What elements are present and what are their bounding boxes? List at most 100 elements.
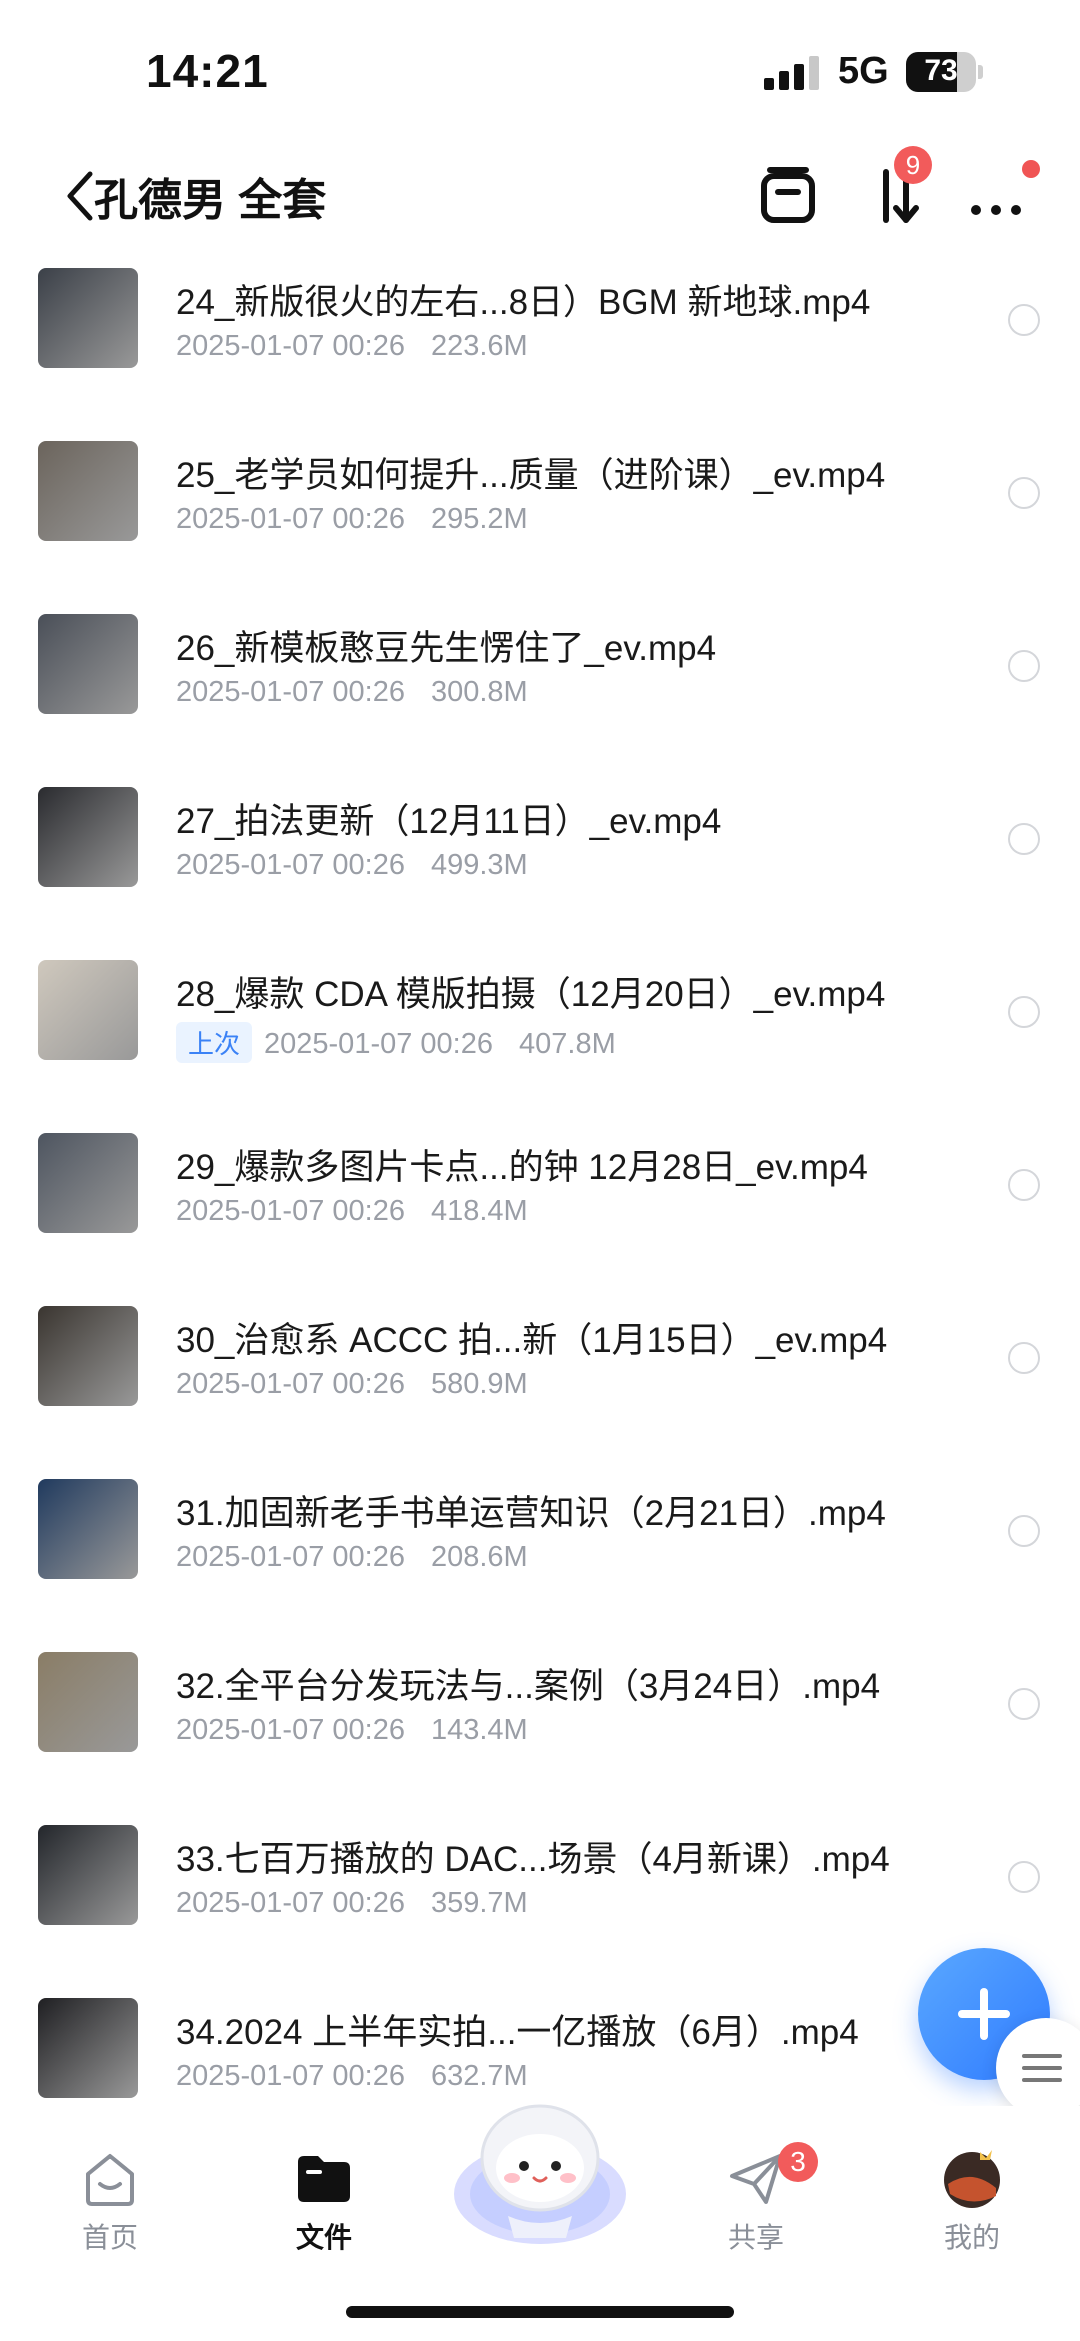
video-thumbnail bbox=[38, 1998, 138, 2098]
file-size: 580.9M bbox=[430, 1368, 528, 1400]
paper-plane-icon bbox=[730, 2154, 782, 2204]
assistant-mascot-icon[interactable] bbox=[448, 2098, 632, 2248]
tab-me[interactable]: 我的 bbox=[902, 2106, 1042, 2253]
folder-icon bbox=[298, 2156, 350, 2202]
file-meta: 2025-01-07 00:26 143.4M bbox=[176, 1714, 528, 1747]
file-meta: 2025-01-07 00:26 632.7M bbox=[176, 2060, 528, 2093]
tab-me-label: 我的 bbox=[943, 2222, 1000, 2253]
file-name: 31.加固新老手书单运营知识（2月21日）.mp4 bbox=[176, 1494, 886, 1533]
archive-box-icon[interactable] bbox=[756, 160, 820, 230]
file-size: 418.4M bbox=[430, 1195, 528, 1227]
file-row[interactable]: 26_新模板憨豆先生愣住了_ev.mp4 2025-01-07 00:26 300… bbox=[0, 608, 1080, 781]
file-name: 33.七百万播放的 DAC...场景（4月新课）.mp4 bbox=[176, 1840, 890, 1879]
select-radio[interactable] bbox=[1008, 1861, 1040, 1893]
file-date: 2025-01-07 00:26 bbox=[264, 1028, 493, 1060]
file-row[interactable]: 32.全平台分发玩法与...案例（3月24日）.mp4 2025-01-07 0… bbox=[0, 1646, 1080, 1819]
file-date: 2025-01-07 00:26 bbox=[176, 1541, 405, 1573]
battery-icon: 73 bbox=[906, 52, 986, 92]
file-size: 359.7M bbox=[430, 1887, 528, 1919]
select-radio[interactable] bbox=[1008, 1342, 1040, 1374]
select-radio[interactable] bbox=[1008, 304, 1040, 336]
file-row[interactable]: 31.加固新老手书单运营知识（2月21日）.mp4 2025-01-07 00:… bbox=[0, 1473, 1080, 1646]
file-meta: 2025-01-07 00:26 418.4M bbox=[176, 1195, 528, 1228]
status-bar: 14:21 5G 73 bbox=[0, 0, 1080, 140]
video-thumbnail bbox=[38, 960, 138, 1060]
select-radio[interactable] bbox=[1008, 650, 1040, 682]
select-radio[interactable] bbox=[1008, 1688, 1040, 1720]
file-name: 24_新版很火的左右...8日）BGM 新地球.mp4 bbox=[176, 283, 871, 322]
video-thumbnail bbox=[38, 441, 138, 541]
file-date: 2025-01-07 00:26 bbox=[176, 849, 405, 881]
select-radio[interactable] bbox=[1008, 1515, 1040, 1547]
file-row[interactable]: 28_爆款 CDA 模版拍摄（12月20日）_ev.mp4 上次 2025-01-… bbox=[0, 954, 1080, 1127]
file-date: 2025-01-07 00:26 bbox=[176, 1714, 405, 1746]
video-thumbnail bbox=[38, 1133, 138, 1233]
file-name: 32.全平台分发玩法与...案例（3月24日）.mp4 bbox=[176, 1667, 881, 1706]
video-thumbnail bbox=[38, 1306, 138, 1406]
file-name: 25_老学员如何提升...质量（进阶课）_ev.mp4 bbox=[176, 456, 886, 495]
file-size: 300.8M bbox=[430, 676, 528, 708]
file-size: 208.6M bbox=[430, 1541, 528, 1573]
file-meta: 上次 2025-01-07 00:26 407.8M bbox=[176, 1022, 616, 1063]
file-name: 27_拍法更新（12月11日）_ev.mp4 bbox=[176, 802, 722, 841]
select-radio[interactable] bbox=[1008, 477, 1040, 509]
file-date: 2025-01-07 00:26 bbox=[176, 2060, 405, 2092]
select-radio[interactable] bbox=[1008, 1169, 1040, 1201]
more-notification-dot bbox=[1022, 160, 1040, 178]
file-meta: 2025-01-07 00:26 499.3M bbox=[176, 849, 528, 882]
video-thumbnail bbox=[38, 1479, 138, 1579]
file-row[interactable]: 30_治愈系 ACCC 拍...新（1月15日）_ev.mp4 2025-01-… bbox=[0, 1300, 1080, 1473]
file-date: 2025-01-07 00:26 bbox=[176, 330, 405, 362]
file-meta: 2025-01-07 00:26 295.2M bbox=[176, 503, 528, 536]
file-date: 2025-01-07 00:26 bbox=[176, 503, 405, 535]
file-size: 223.6M bbox=[430, 330, 528, 362]
file-meta: 2025-01-07 00:26 208.6M bbox=[176, 1541, 528, 1574]
file-date: 2025-01-07 00:26 bbox=[176, 1195, 405, 1227]
video-thumbnail bbox=[38, 268, 138, 368]
file-size: 499.3M bbox=[430, 849, 528, 881]
file-row[interactable]: 24_新版很火的左右...8日）BGM 新地球.mp4 2025-01-07 0… bbox=[0, 262, 1080, 435]
file-date: 2025-01-07 00:26 bbox=[176, 676, 405, 708]
file-name: 28_爆款 CDA 模版拍摄（12月20日）_ev.mp4 bbox=[176, 975, 886, 1014]
tab-home-label: 首页 bbox=[81, 2222, 138, 2253]
select-radio[interactable] bbox=[1008, 996, 1040, 1028]
file-name: 26_新模板憨豆先生愣住了_ev.mp4 bbox=[176, 629, 717, 668]
last-viewed-tag: 上次 bbox=[176, 1022, 253, 1063]
video-thumbnail bbox=[38, 787, 138, 887]
file-name: 34.2024 上半年实拍...一亿播放（6月）.mp4 bbox=[176, 2013, 859, 2052]
tab-home[interactable]: 首页 bbox=[40, 2106, 180, 2253]
file-meta: 2025-01-07 00:26 300.8M bbox=[176, 676, 528, 709]
file-row[interactable]: 27_拍法更新（12月11日）_ev.mp4 2025-01-07 00:26 4… bbox=[0, 781, 1080, 954]
video-thumbnail bbox=[38, 1652, 138, 1752]
home-indicator bbox=[346, 2306, 734, 2318]
file-size: 143.4M bbox=[430, 1714, 528, 1746]
file-size: 295.2M bbox=[430, 503, 528, 535]
file-row[interactable]: 29_爆款多图片卡点...的钟 12月28日_ev.mp4 2025-01-07… bbox=[0, 1127, 1080, 1300]
transfer-count-badge: 9 bbox=[894, 146, 932, 184]
video-thumbnail bbox=[38, 614, 138, 714]
file-date: 2025-01-07 00:26 bbox=[176, 1887, 405, 1919]
more-dots-icon[interactable] bbox=[966, 160, 1030, 230]
file-date: 2025-01-07 00:26 bbox=[176, 1368, 405, 1400]
file-meta: 2025-01-07 00:26 359.7M bbox=[176, 1887, 528, 1920]
file-meta: 2025-01-07 00:26 223.6M bbox=[176, 330, 528, 363]
file-meta: 2025-01-07 00:26 580.9M bbox=[176, 1368, 528, 1401]
avatar bbox=[944, 2150, 1000, 2208]
tab-files[interactable]: 文件 bbox=[254, 2106, 394, 2253]
select-radio[interactable] bbox=[1008, 823, 1040, 855]
file-size: 632.7M bbox=[430, 2060, 528, 2092]
video-thumbnail bbox=[38, 1825, 138, 1925]
file-name: 29_爆款多图片卡点...的钟 12月28日_ev.mp4 bbox=[176, 1148, 868, 1187]
file-size: 407.8M bbox=[519, 1028, 616, 1060]
battery-percent: 73 bbox=[924, 54, 958, 87]
file-name: 30_治愈系 ACCC 拍...新（1月15日）_ev.mp4 bbox=[176, 1321, 888, 1360]
file-row[interactable]: 25_老学员如何提升...质量（进阶课）_ev.mp4 2025-01-07 0… bbox=[0, 435, 1080, 608]
status-time: 14:21 bbox=[146, 45, 269, 97]
share-count-badge: 3 bbox=[778, 2142, 818, 2182]
home-icon bbox=[86, 2154, 134, 2206]
tab-files-label: 文件 bbox=[295, 2222, 352, 2253]
page-title: 孔德男 全套 bbox=[94, 176, 327, 225]
network-type: 5G bbox=[838, 50, 889, 92]
file-row[interactable]: 33.七百万播放的 DAC...场景（4月新课）.mp4 2025-01-07 … bbox=[0, 1819, 1080, 1992]
signal-icon bbox=[764, 56, 819, 90]
